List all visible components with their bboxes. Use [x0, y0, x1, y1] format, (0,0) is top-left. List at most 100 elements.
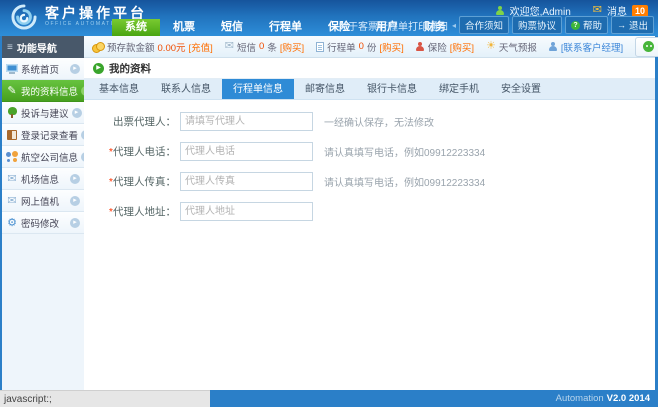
agent-phone-input[interactable]: [180, 142, 313, 161]
tab-security-settings[interactable]: 安全设置: [490, 79, 552, 99]
top-header: 客户操作平台 OFFICE AUTOMATION SYSTEM 欢迎您,Admi…: [0, 0, 658, 36]
field-hint: 一经确认保存，无法修改: [324, 114, 434, 129]
deposit-stat: 预存款金额 0.00元 [充值]: [92, 40, 213, 54]
itinerary-stat: 行程单 0 份 [购买]: [316, 40, 404, 54]
itinerary-label: 行程单: [327, 40, 356, 54]
itinerary-count: 0: [359, 41, 364, 52]
version-label: Automation: [556, 393, 604, 404]
sidebar-item-label: 我的资料信息: [21, 84, 78, 98]
nav-system[interactable]: 系统: [112, 19, 160, 36]
ticker-prev-icon[interactable]: ◂: [452, 21, 456, 30]
help-icon: ?: [571, 21, 580, 30]
contact-manager-link[interactable]: [联系客户经理]: [561, 40, 623, 54]
sidebar-item-label: 登录记录查看: [21, 128, 78, 142]
sms-buy-link[interactable]: [购买]: [280, 40, 304, 54]
chevron-right-icon: ▸: [70, 196, 80, 206]
notice-ticker: 关于客票行程单打印通知 ◂ ▸: [338, 18, 464, 33]
toolbar-right: 微信公众号 QQ客服: [635, 37, 658, 57]
version-text: AutomationV2.0 2014: [556, 393, 658, 404]
tab-bank-card-info[interactable]: 银行卡信息: [356, 79, 428, 99]
page-title: 我的资料: [109, 61, 151, 76]
field-agent-fax: *代理人传真： 请认真填写电话，例如09912223334: [102, 172, 655, 191]
ticket-agreement-button[interactable]: 购票协议: [512, 16, 562, 34]
sms-label: 短信: [237, 40, 256, 54]
messages-count-badge[interactable]: 10: [632, 5, 648, 17]
user-icon: [496, 6, 505, 16]
nav-itinerary[interactable]: 行程单: [256, 19, 315, 36]
cooperation-notice-button[interactable]: 合作须知: [459, 16, 509, 34]
help-button[interactable]: ? 帮助: [565, 16, 608, 34]
sidebar-item-airports[interactable]: ✉ 机场信息 ▸: [2, 168, 84, 190]
field-agent-phone: *代理人电话： 请认真填写电话，例如09912223334: [102, 142, 655, 161]
tree-icon: [6, 107, 18, 119]
chevron-right-icon: ▸: [72, 108, 82, 118]
profile-tabbar: 基本信息 联系人信息 行程单信息 邮寄信息 银行卡信息 绑定手机 安全设置: [84, 79, 655, 100]
brand-swirl-icon: [10, 3, 38, 31]
wechat-icon: [643, 41, 654, 52]
cooperation-notice-label: 合作须知: [465, 18, 503, 32]
sms-count: 0: [259, 41, 264, 52]
content-area: ≡ 功能导航 系统首页 ▸ ✎ 我的资料信息 ▸ 投诉与建议 ▸ 登录记录查看: [0, 36, 658, 390]
mail-icon: ✉: [6, 173, 18, 185]
section-header: ▶ 我的资料: [84, 58, 655, 79]
tab-itinerary-info[interactable]: 行程单信息: [222, 79, 294, 99]
agent-address-input[interactable]: [180, 202, 313, 221]
message-envelope-icon: ✉: [593, 5, 602, 16]
logout-icon: →: [617, 21, 626, 30]
tab-bind-phone[interactable]: 绑定手机: [428, 79, 490, 99]
field-label: *代理人电话：: [102, 144, 176, 159]
agent-fax-input[interactable]: [180, 172, 313, 191]
wechat-button[interactable]: 微信公众号: [635, 37, 658, 57]
coins-icon: [92, 42, 104, 52]
sidebar-item-label: 密码修改: [21, 216, 59, 230]
sidebar-item-label: 机场信息: [21, 172, 59, 186]
tab-contact-info[interactable]: 联系人信息: [150, 79, 222, 99]
recharge-link[interactable]: [充值]: [189, 40, 213, 54]
tab-mailing-info[interactable]: 邮寄信息: [294, 79, 356, 99]
sidebar-item-password[interactable]: ⚙ 密码修改 ▸: [2, 212, 84, 234]
sidebar-item-complaints[interactable]: 投诉与建议 ▸: [2, 102, 84, 124]
insurance-label: 保险: [428, 40, 447, 54]
field-hint: 请认真填写电话，例如09912223334: [324, 144, 485, 159]
account-toolbar: 预存款金额 0.00元 [充值] ✉ 短信 0 条 [购买] 行程单 0 份 […: [84, 36, 655, 58]
sidebar-item-label: 网上值机: [21, 194, 59, 208]
nav-sms[interactable]: 短信: [208, 19, 256, 36]
sidebar-item-online-checkin[interactable]: ✉ 网上值机 ▸: [2, 190, 84, 212]
nav-tickets[interactable]: 机票: [160, 19, 208, 36]
deposit-label: 预存款金额: [107, 40, 155, 54]
insurance-buy-link[interactable]: [购买]: [450, 40, 474, 54]
field-label: 出票代理人：: [102, 114, 176, 129]
insurance-stat: 保险 [购买]: [416, 40, 474, 54]
logout-button[interactable]: → 退出: [611, 16, 654, 34]
sidebar-item-airlines[interactable]: 航空公司信息 ▸: [2, 146, 84, 168]
book-icon: [6, 129, 18, 141]
field-label: *代理人传真：: [102, 174, 176, 189]
field-ticket-agent: 出票代理人： 一经确认保存，无法修改: [102, 112, 655, 131]
sidebar-item-label: 投诉与建议: [21, 106, 69, 120]
tab-basic-info[interactable]: 基本信息: [88, 79, 150, 99]
sidebar-item-login-records[interactable]: 登录记录查看 ▸: [2, 124, 84, 146]
sidebar-item-profile[interactable]: ✎ 我的资料信息 ▸: [2, 80, 84, 102]
itinerary-buy-link[interactable]: [购买]: [379, 40, 403, 54]
sidebar: ≡ 功能导航 系统首页 ▸ ✎ 我的资料信息 ▸ 投诉与建议 ▸ 登录记录查看: [0, 36, 84, 390]
itinerary-unit: 份: [367, 40, 377, 54]
sidebar-item-home[interactable]: 系统首页 ▸: [2, 58, 84, 80]
quick-links: 合作须知 购票协议 ? 帮助 → 退出: [459, 16, 654, 34]
sidebar-empty-area: [2, 234, 84, 390]
ticket-agent-input[interactable]: [180, 112, 313, 131]
monitor-icon: [6, 63, 18, 75]
browser-status-text: javascript:;: [0, 390, 210, 407]
notice-text[interactable]: 关于客票行程单打印通知: [338, 18, 448, 33]
sidebar-header: ≡ 功能导航: [2, 36, 84, 58]
menu-icon: ≡: [7, 42, 13, 53]
mail-icon: ✉: [225, 41, 234, 52]
weather-label[interactable]: 天气预报: [499, 40, 537, 54]
sidebar-item-label: 航空公司信息: [21, 150, 78, 164]
sms-unit: 条: [267, 40, 277, 54]
mail-icon: ✉: [6, 195, 18, 207]
sms-stat: ✉ 短信 0 条 [购买]: [225, 40, 304, 54]
deposit-value: 0.00元: [158, 40, 186, 54]
weather-stat: ☀ 天气预报: [486, 40, 537, 54]
logout-label: 退出: [629, 18, 648, 32]
person-icon: [416, 42, 425, 52]
